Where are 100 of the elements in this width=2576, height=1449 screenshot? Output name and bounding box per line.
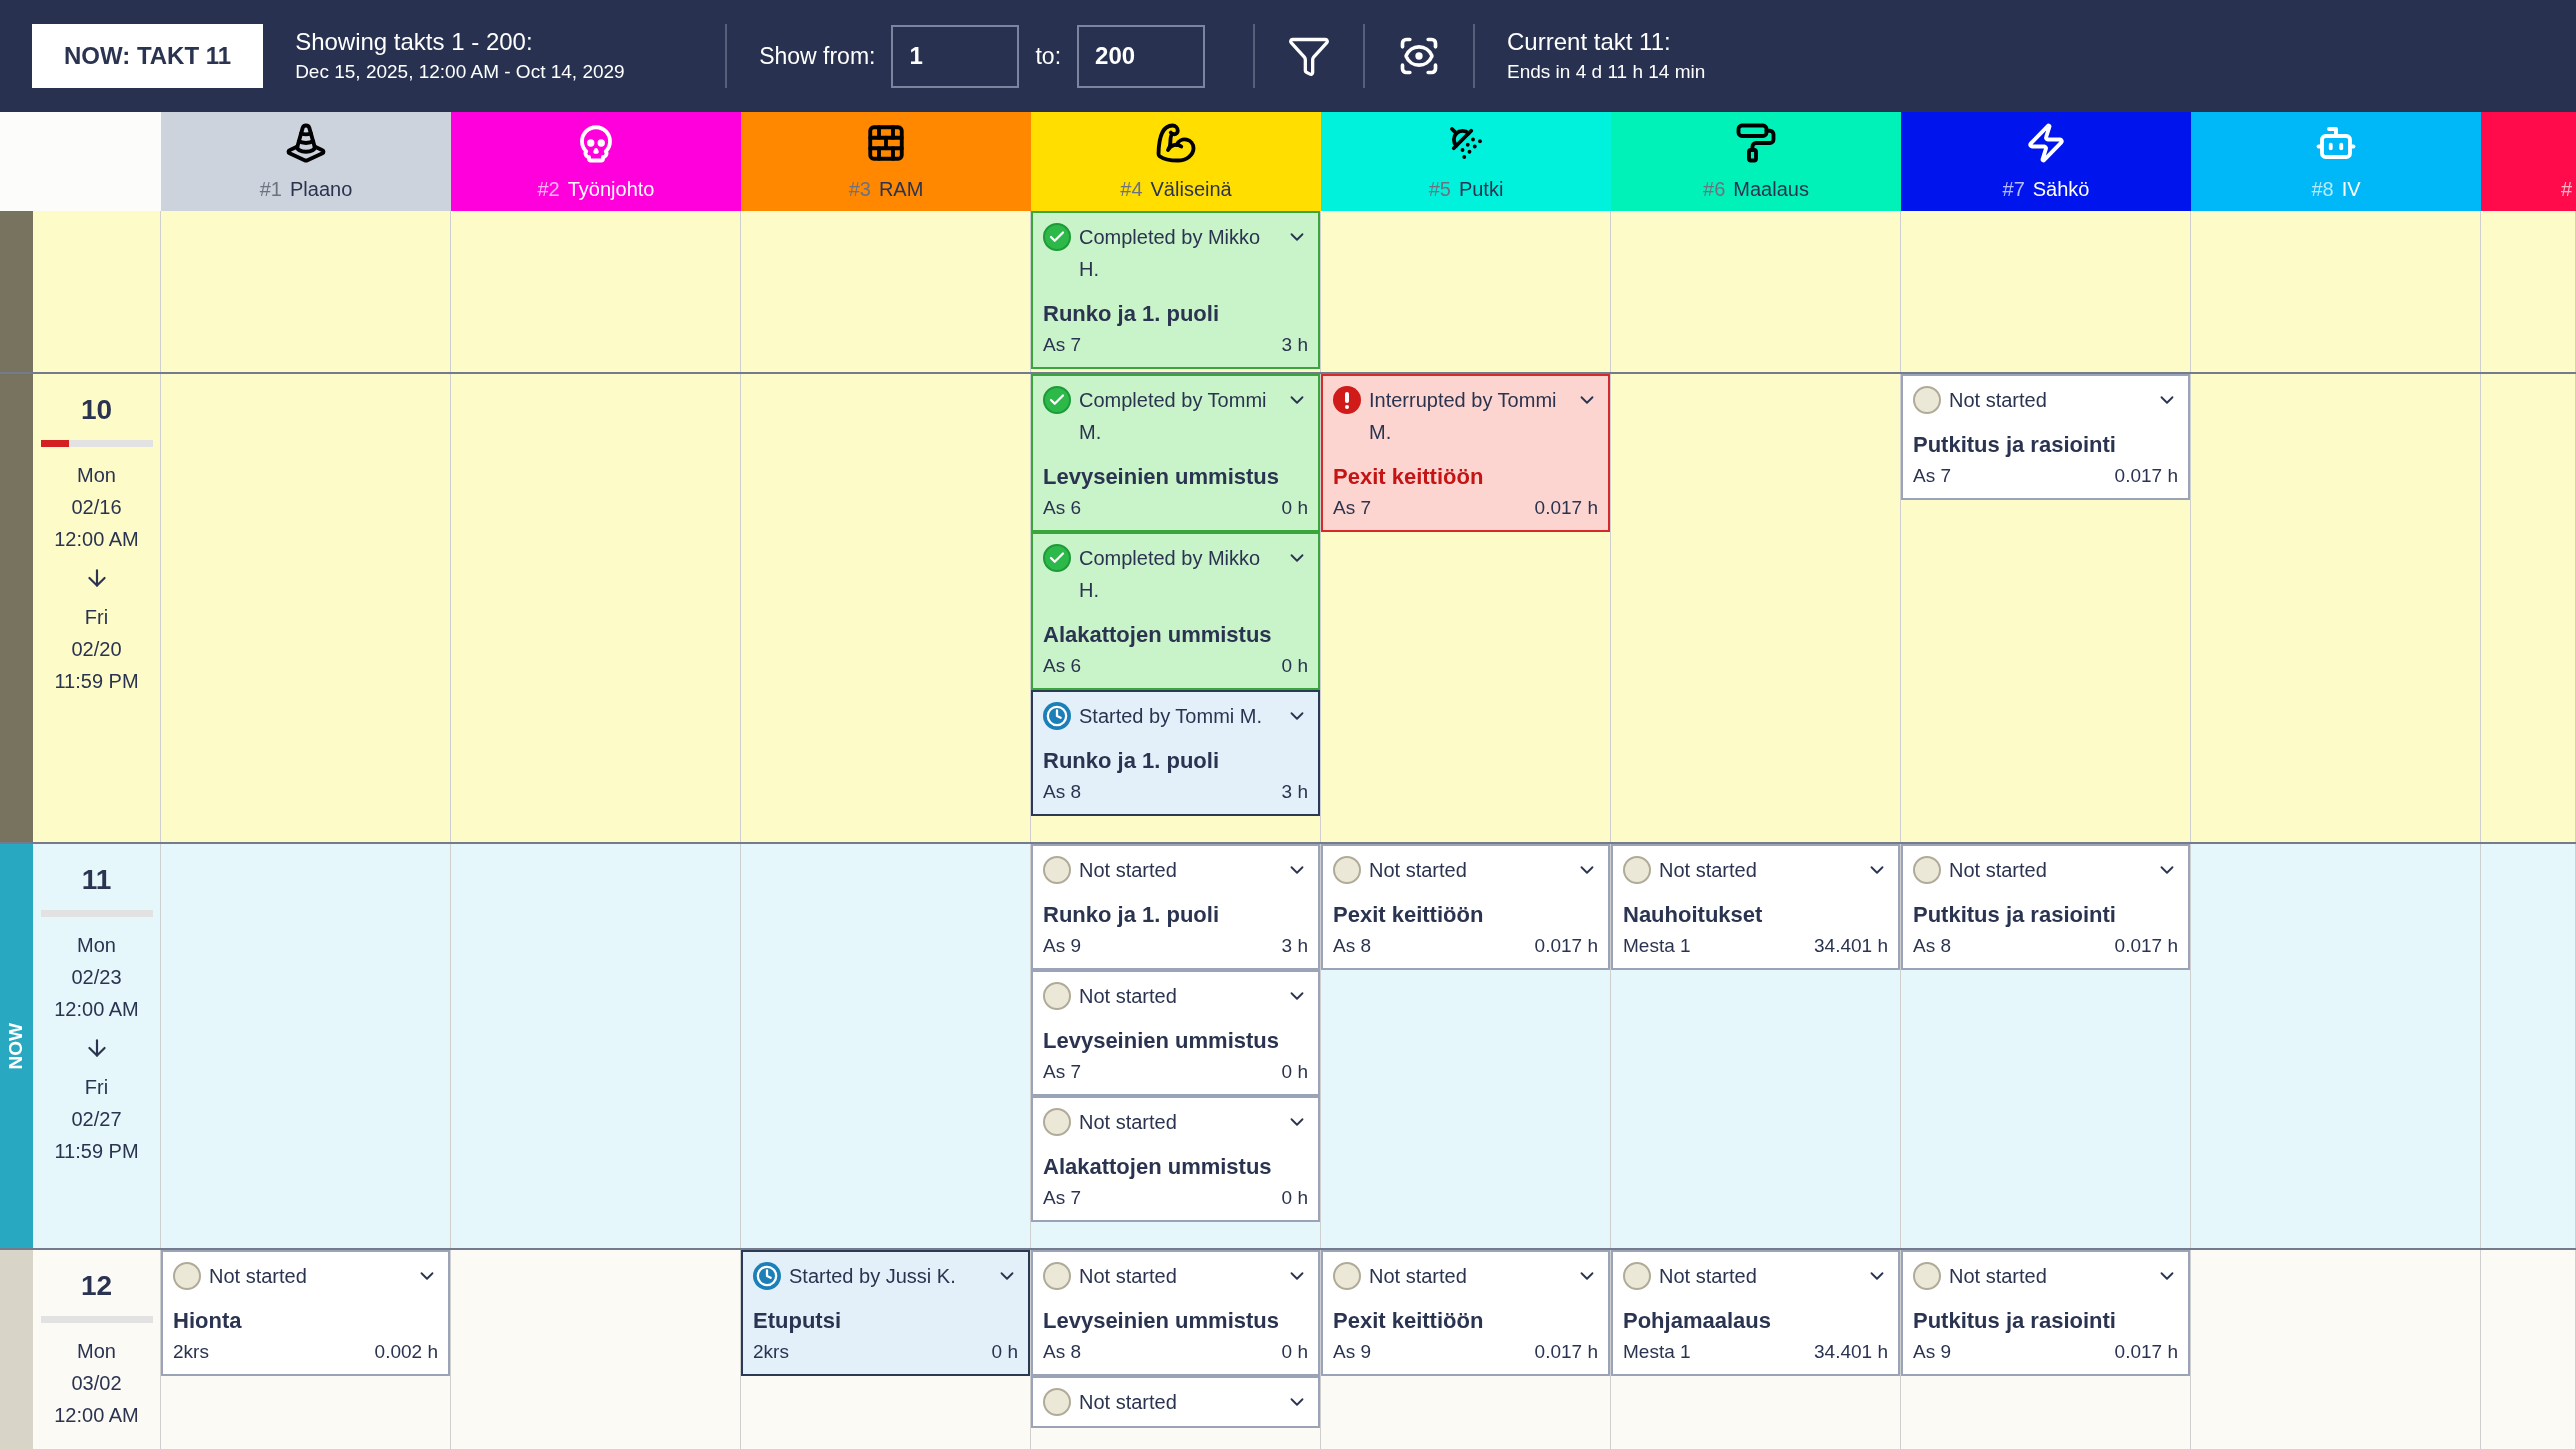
card-title: Runko ja 1. puoli bbox=[1043, 747, 1220, 775]
start-time-text: Mon bbox=[77, 933, 116, 958]
task-card[interactable]: Interrupted by Tommi M. Pexit keittiöön As 7 0.017 h bbox=[1321, 374, 1610, 532]
task-card[interactable]: Not started Putkitus ja rasiointi As 8 0.017 h bbox=[1901, 844, 2190, 970]
card-location: 2krs bbox=[173, 1340, 209, 1364]
column-header[interactable]: #3 RAM bbox=[741, 112, 1031, 211]
card-title: Pexit keittiöön bbox=[1333, 463, 1485, 491]
paint-roller-icon bbox=[1735, 122, 1777, 164]
range-dates: Dec 15, 2025, 12:00 AM - Oct 14, 2029 bbox=[295, 60, 626, 84]
card-location: As 6 bbox=[1043, 654, 1082, 678]
column-number: #2 bbox=[537, 177, 560, 202]
column-name: Maalaus bbox=[1733, 177, 1809, 202]
task-card[interactable]: Not started Pohjamaalaus Mesta 1 34.401 h bbox=[1611, 1250, 1900, 1376]
card-hours: 3 h bbox=[1281, 333, 1308, 357]
card-location: As 7 bbox=[1043, 1186, 1082, 1210]
card-hours: 0.017 h bbox=[1534, 1340, 1598, 1364]
column-number: # bbox=[2560, 177, 2572, 202]
task-card[interactable]: Not started Nauhoitukset Mesta 1 34.401 h bbox=[1611, 844, 1900, 970]
card-title: Alakattojen ummistus bbox=[1043, 621, 1273, 649]
column-name: Sähkö bbox=[2032, 177, 2090, 202]
card-status: Completed by Mikko H. bbox=[1079, 546, 1262, 603]
card-title: Levyseinien ummistus bbox=[1043, 1027, 1280, 1055]
start-time-text: 12:00 AM bbox=[54, 1403, 139, 1428]
card-title: Putkitus ja rasiointi bbox=[1913, 901, 2117, 929]
card-status: Not started bbox=[1079, 858, 1178, 883]
takt-number: 10 bbox=[80, 393, 113, 427]
column-name: Väliseinä bbox=[1150, 177, 1232, 202]
card-title: Etuputsi bbox=[753, 1307, 842, 1335]
card-hours: 0 h bbox=[1281, 1060, 1308, 1084]
start-time-text: 12:00 AM bbox=[54, 527, 139, 552]
start-time-text: Mon bbox=[77, 1339, 116, 1364]
column-number: #1 bbox=[259, 177, 282, 202]
card-location: As 8 bbox=[1913, 934, 1952, 958]
card-title: Putkitus ja rasiointi bbox=[1913, 431, 2117, 459]
task-card[interactable]: Not started Pexit keittiöön As 8 0.017 h bbox=[1321, 844, 1610, 970]
card-location: As 8 bbox=[1333, 934, 1372, 958]
card-location: As 6 bbox=[1043, 496, 1082, 520]
task-card[interactable]: Completed by Mikko H. Runko ja 1. puoli As 7 3 h bbox=[1031, 211, 1320, 369]
task-card[interactable]: Completed by Mikko H. Alakattojen ummistus As 6 0 h bbox=[1031, 532, 1320, 690]
card-title: Pexit keittiöön bbox=[1333, 901, 1485, 929]
column-number: #5 bbox=[1428, 177, 1451, 202]
task-card[interactable]: Not started Hionta 2krs 0.002 h bbox=[161, 1250, 450, 1376]
current-takt-title: Current takt 11: bbox=[1507, 27, 1672, 57]
column-header[interactable]: #4 Väliseinä bbox=[1031, 112, 1321, 211]
card-status: Completed by Tommi M. bbox=[1079, 388, 1268, 445]
card-location: As 9 bbox=[1333, 1340, 1372, 1364]
card-location: Mesta 1 bbox=[1623, 934, 1691, 958]
end-time-text: Fri bbox=[84, 1075, 109, 1100]
card-location: As 8 bbox=[1043, 1340, 1082, 1364]
card-status: Started by Tommi M. bbox=[1079, 704, 1264, 729]
task-card[interactable]: Not started Levyseinien ummistus As 7 0 h bbox=[1031, 970, 1320, 1096]
task-card[interactable]: Started by Tommi M. Runko ja 1. puoli As 8 3 h bbox=[1031, 690, 1320, 816]
column-header[interactable]: #1 Plaano bbox=[161, 112, 451, 211]
takt-number: 12 bbox=[80, 1269, 113, 1303]
now-label: NOW bbox=[4, 1022, 28, 1070]
show-from-field[interactable]: 1 bbox=[891, 24, 1020, 88]
card-title: Levyseinien ummistus bbox=[1043, 463, 1280, 491]
task-card[interactable]: Completed by Tommi M. Levyseinien ummistus As 6 0 h bbox=[1031, 374, 1320, 532]
task-card[interactable]: Not started Levyseinien ummistus As 8 0 h bbox=[1031, 1250, 1320, 1376]
card-hours: 0 h bbox=[1281, 496, 1308, 520]
column-header[interactable]: #6 Maalaus bbox=[1611, 112, 1901, 211]
card-location: As 7 bbox=[1913, 464, 1952, 488]
card-title: Runko ja 1. puoli bbox=[1043, 901, 1220, 929]
task-card[interactable]: Not started Putkitus ja rasiointi As 7 0.017 h bbox=[1901, 374, 2190, 500]
now-button[interactable]: NOW: TAKT 11 bbox=[32, 24, 264, 88]
start-time-text: 12:00 AM bbox=[54, 997, 139, 1022]
card-hours: 0.017 h bbox=[1534, 934, 1598, 958]
start-time-text: 02/16 bbox=[71, 495, 122, 520]
task-card[interactable]: Not started Pexit keittiöön As 9 0.017 h bbox=[1321, 1250, 1610, 1376]
card-location: 2krs bbox=[753, 1340, 789, 1364]
card-status: Not started bbox=[1659, 858, 1758, 883]
task-card[interactable]: Not started bbox=[1031, 1376, 1320, 1428]
card-location: As 7 bbox=[1043, 1060, 1082, 1084]
card-title: Nauhoitukset bbox=[1623, 901, 1764, 929]
card-status: Not started bbox=[1949, 858, 2048, 883]
card-hours: 0 h bbox=[1281, 1186, 1308, 1210]
card-status: Not started bbox=[1369, 858, 1468, 883]
end-time-text: 02/27 bbox=[71, 1107, 122, 1132]
card-hours: 3 h bbox=[1281, 934, 1308, 958]
task-card[interactable]: Started by Jussi K. Etuputsi 2krs 0 h bbox=[741, 1250, 1030, 1376]
card-hours: 0.017 h bbox=[2114, 934, 2178, 958]
card-hours: 34.401 h bbox=[1814, 934, 1888, 958]
card-status: Not started bbox=[1659, 1264, 1758, 1289]
column-header[interactable]: #5 Putki bbox=[1321, 112, 1611, 211]
card-location: As 7 bbox=[1043, 333, 1082, 357]
show-to-field[interactable]: 200 bbox=[1077, 24, 1206, 88]
end-time-text: Fri bbox=[84, 605, 109, 630]
card-status: Not started bbox=[1949, 388, 2048, 413]
task-card[interactable]: Not started Runko ja 1. puoli As 9 3 h bbox=[1031, 844, 1320, 970]
flexed-arm-icon bbox=[1155, 122, 1197, 164]
column-number: #6 bbox=[1703, 177, 1726, 202]
column-number: #3 bbox=[848, 177, 871, 202]
card-title: Pohjamaalaus bbox=[1623, 1307, 1772, 1335]
card-status: Not started bbox=[1369, 1264, 1468, 1289]
task-card[interactable]: Not started Alakattojen ummistus As 7 0 h bbox=[1031, 1096, 1320, 1222]
range-title: Showing takts 1 - 200: bbox=[295, 27, 534, 57]
current-takt-remaining: Ends in 4 d 11 h 14 min bbox=[1507, 60, 1706, 84]
column-header[interactable]: #7 Sähkö bbox=[1901, 112, 2191, 211]
start-time-text: Mon bbox=[77, 463, 116, 488]
task-card[interactable]: Not started Putkitus ja rasiointi As 9 0.017 h bbox=[1901, 1250, 2190, 1376]
